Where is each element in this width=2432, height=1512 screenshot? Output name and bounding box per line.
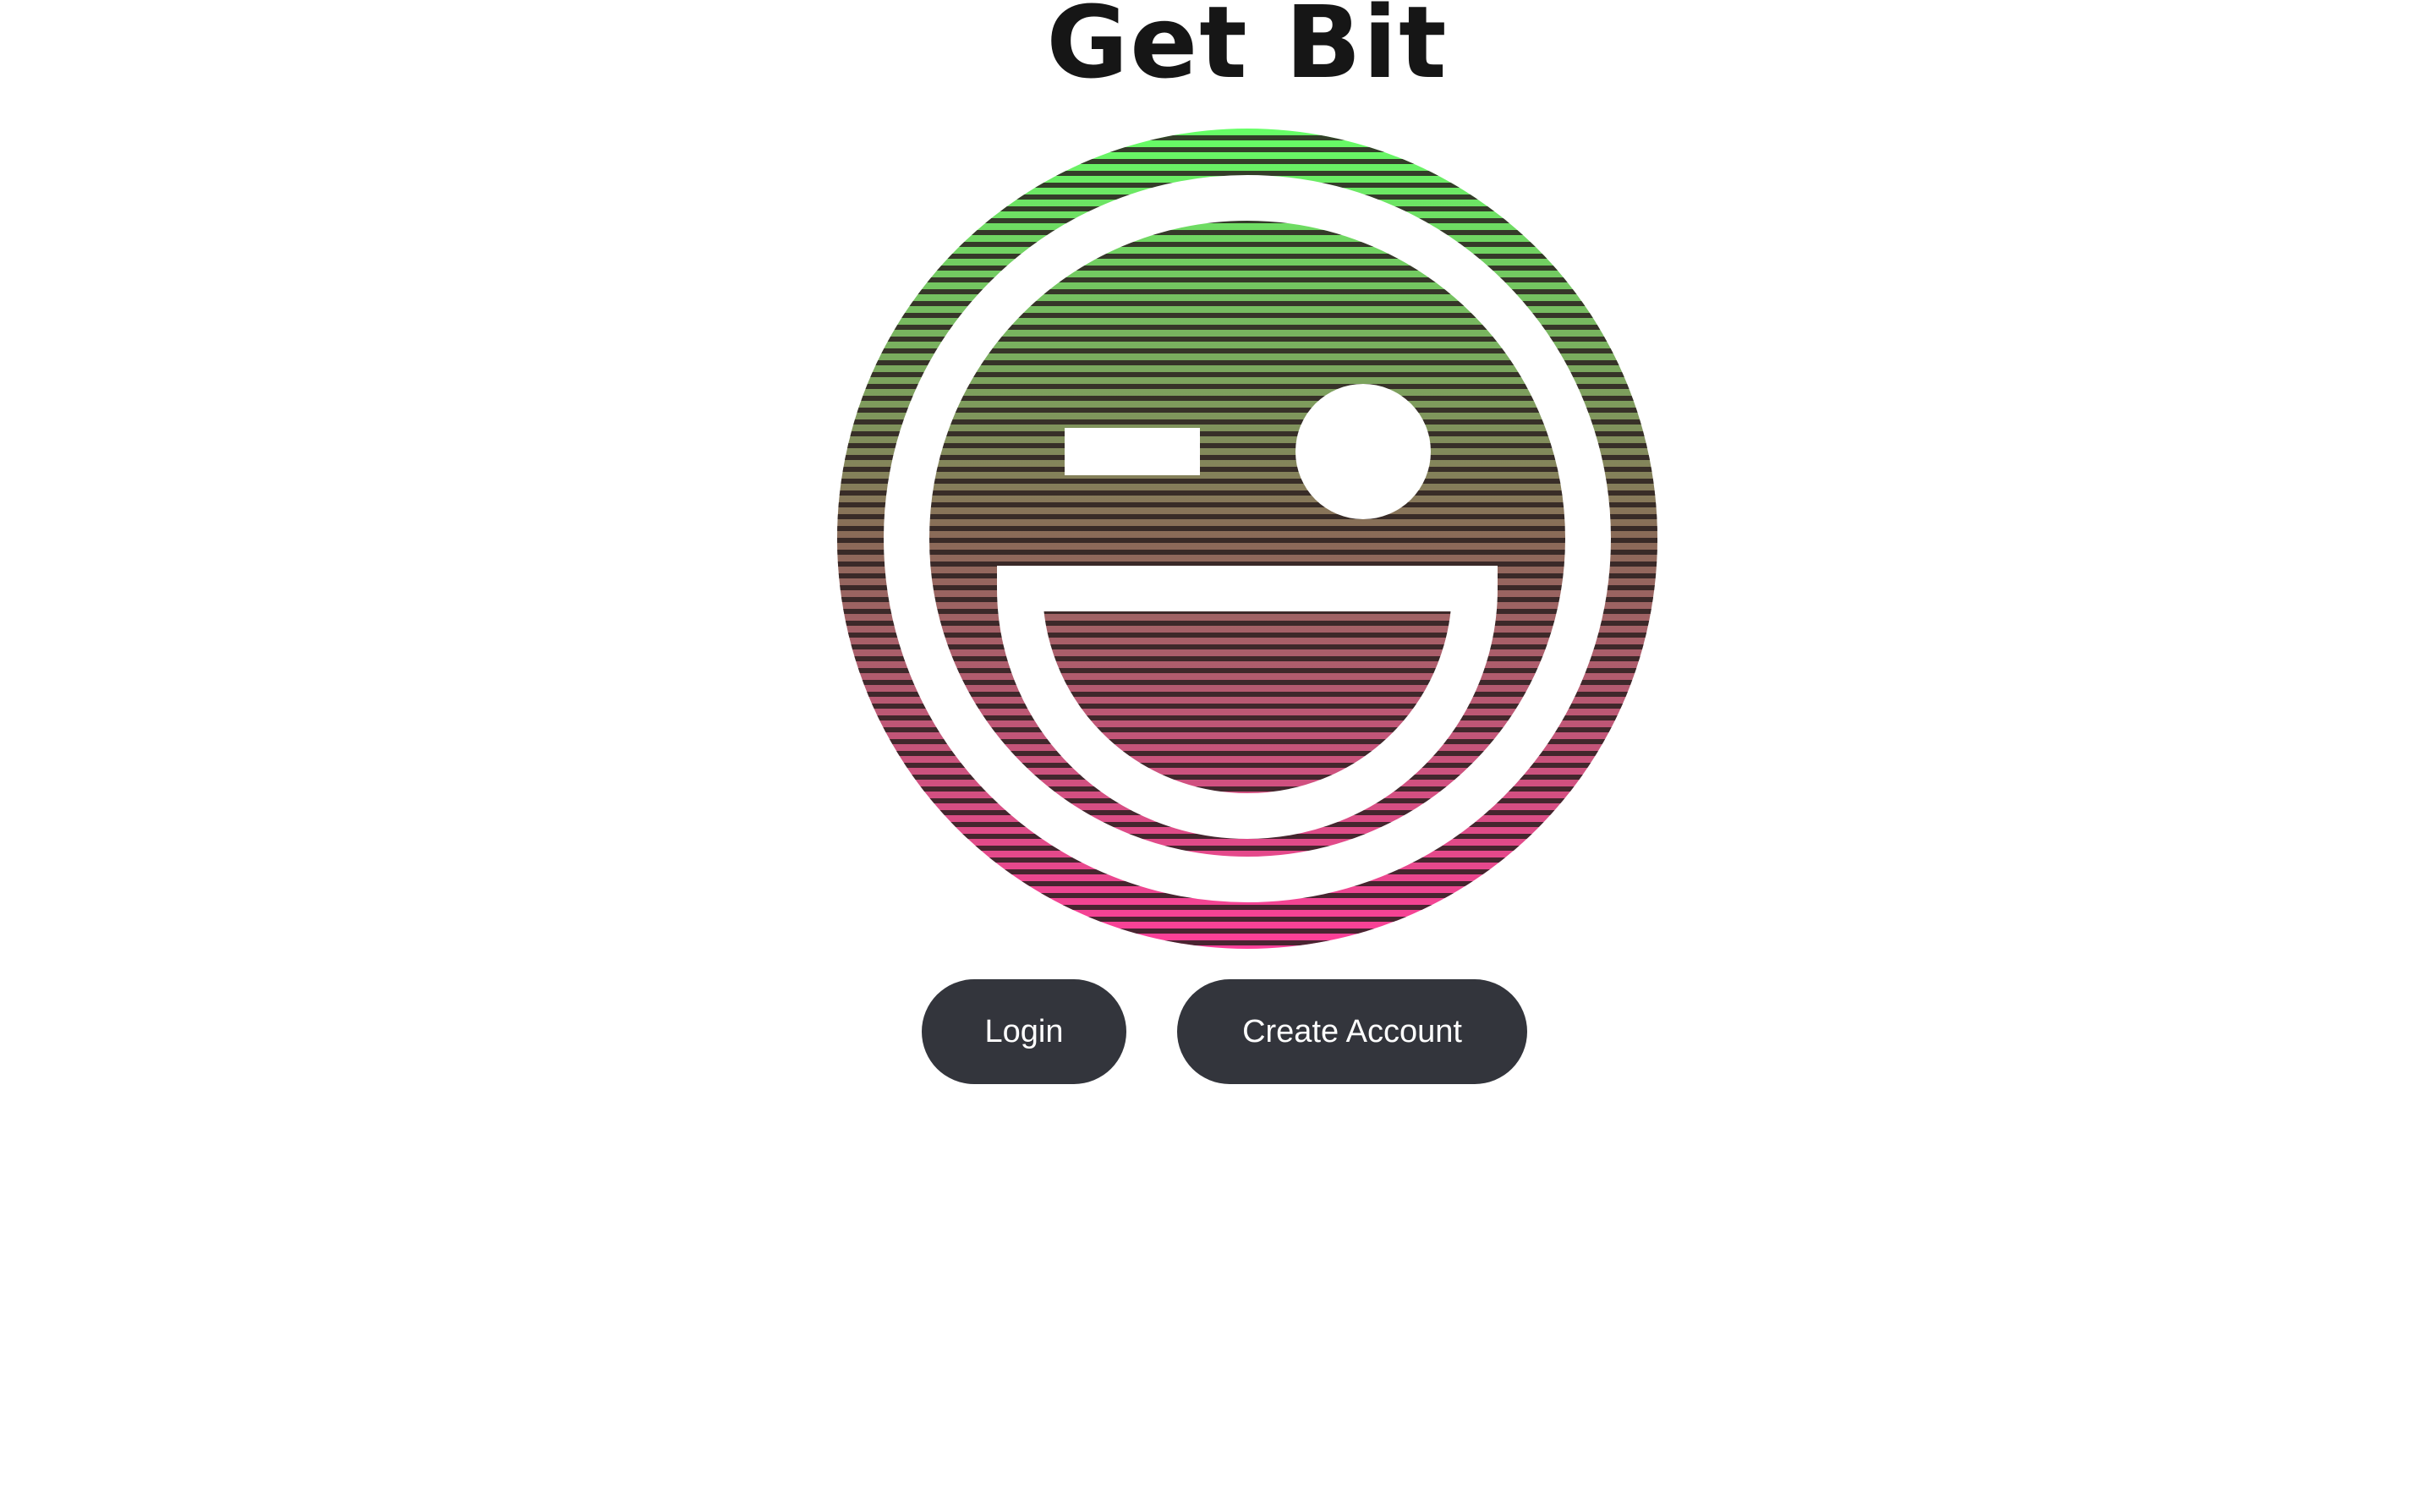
logo bbox=[837, 129, 1657, 949]
login-button[interactable]: Login bbox=[922, 979, 1126, 1084]
page-title: Get Bit bbox=[1046, 0, 1449, 101]
create-account-button[interactable]: Create Account bbox=[1177, 979, 1527, 1084]
landing-page: Get Bit Login Create Account bbox=[0, 0, 2432, 1512]
winking-smiley-logo-icon bbox=[837, 129, 1657, 949]
